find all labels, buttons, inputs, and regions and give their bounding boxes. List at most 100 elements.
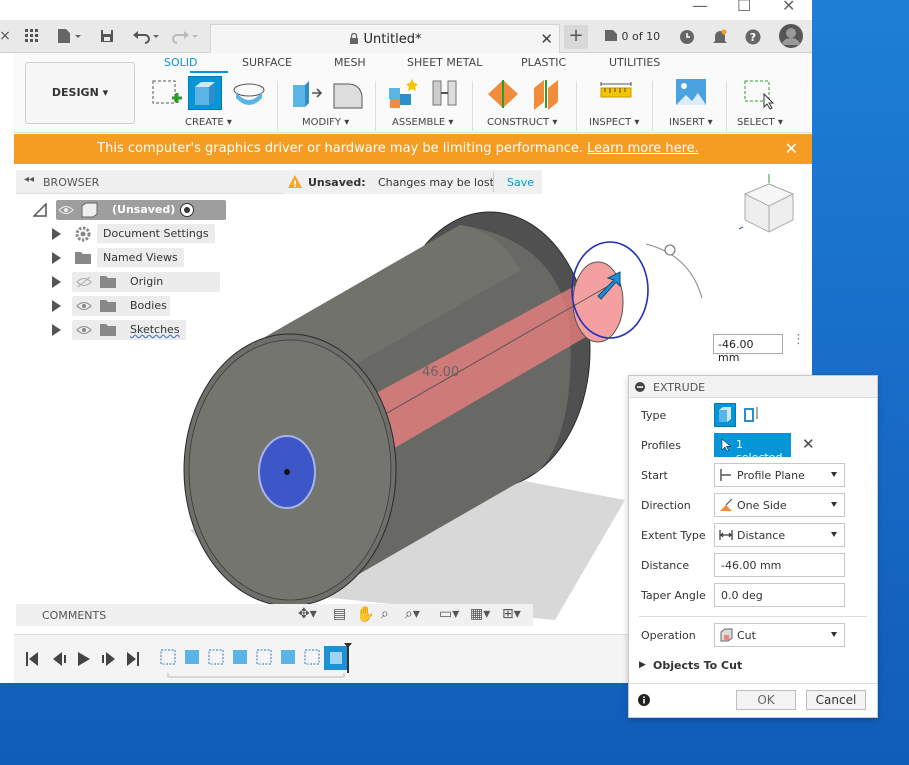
start-select[interactable]: Profile Plane xyxy=(714,463,845,487)
tab-solid[interactable]: SOLID xyxy=(164,56,197,69)
expand-icon[interactable] xyxy=(52,228,61,240)
expand-icon[interactable] xyxy=(52,300,61,312)
tab-sheet-metal[interactable]: SHEET METAL xyxy=(407,56,482,69)
playback-controls[interactable] xyxy=(24,649,144,669)
redo-icon[interactable] xyxy=(170,26,200,46)
operation-select[interactable]: Cut xyxy=(714,623,845,647)
pan-icon[interactable]: ✋ xyxy=(356,605,375,623)
extrude-dialog-header[interactable]: EXTRUDE xyxy=(629,376,877,398)
direction-select[interactable]: One Side xyxy=(714,493,845,517)
grid-menu-icon[interactable] xyxy=(22,26,42,46)
close-window-button[interactable]: ✕ xyxy=(782,0,795,15)
select-group-label[interactable]: SELECT ▾ xyxy=(737,117,783,128)
orbit-icon[interactable]: ✥▾ xyxy=(298,606,317,622)
help-icon[interactable]: ? xyxy=(744,27,762,47)
type-label: Type xyxy=(641,409,667,422)
expand-icon[interactable] xyxy=(52,276,61,288)
minimize-button[interactable]: — xyxy=(692,0,708,15)
tree-item-bodies[interactable]: Bodies xyxy=(52,296,212,316)
tab-surface[interactable]: SURFACE xyxy=(242,56,292,69)
viewports-icon[interactable]: ⊞▾ xyxy=(502,606,521,622)
new-tab-button[interactable]: + xyxy=(564,25,588,49)
separator xyxy=(576,81,577,131)
tree-item-sketches[interactable]: Sketches xyxy=(52,320,212,340)
type-thin-button[interactable] xyxy=(742,403,764,427)
eye-icon[interactable] xyxy=(76,300,92,312)
look-at-icon[interactable]: ▤ xyxy=(333,606,346,622)
viewport-distance-input[interactable]: -46.00 mm xyxy=(713,334,783,364)
tree-item-named-views[interactable]: Named Views xyxy=(52,248,212,268)
construct-group-label[interactable]: CONSTRUCT ▾ xyxy=(487,117,557,128)
more-options-icon[interactable]: ⋮ xyxy=(792,333,805,346)
press-pull-icon[interactable] xyxy=(290,76,324,110)
profiles-selection-button[interactable]: 1 selected xyxy=(714,433,791,464)
collapse-dialog-icon[interactable] xyxy=(635,382,645,392)
clear-selection-icon[interactable]: ✕ xyxy=(802,435,815,453)
job-status[interactable]: 0 of 10 xyxy=(604,29,660,43)
plane-at-angle-icon[interactable] xyxy=(530,76,564,110)
create-sketch-icon[interactable] xyxy=(150,76,184,110)
view-cube[interactable] xyxy=(738,172,800,238)
joint-icon[interactable] xyxy=(428,76,462,110)
banner-close-icon[interactable]: ✕ xyxy=(785,139,798,158)
insert-image-icon[interactable] xyxy=(674,76,708,110)
eye-icon[interactable] xyxy=(58,204,74,216)
eye-hidden-icon[interactable] xyxy=(76,276,92,288)
tab-plastic[interactable]: PLASTIC xyxy=(521,56,566,69)
comments-panel[interactable]: COMMENTS xyxy=(16,604,296,626)
distance-input[interactable]: -46.00 mm xyxy=(714,553,845,577)
save-link[interactable]: Save xyxy=(507,176,534,189)
display-settings-icon[interactable]: ▭▾ xyxy=(439,606,459,622)
expand-icon[interactable] xyxy=(52,324,61,336)
select-window-icon[interactable] xyxy=(742,76,776,110)
user-avatar[interactable] xyxy=(779,24,803,48)
ok-button[interactable]: OK xyxy=(736,690,796,710)
undo-icon[interactable] xyxy=(132,26,162,46)
inspect-group-label[interactable]: INSPECT ▾ xyxy=(589,117,639,128)
clock-icon[interactable] xyxy=(678,27,696,47)
file-menu-icon[interactable] xyxy=(55,26,83,46)
info-icon[interactable] xyxy=(638,694,650,706)
workspace-design-button[interactable]: DESIGN ▾ xyxy=(25,62,135,124)
collapse-browser-icon[interactable]: ◂◂ xyxy=(24,174,34,185)
new-component-icon[interactable] xyxy=(386,76,420,110)
document-tab[interactable]: Untitled* ✕ xyxy=(210,24,560,53)
expand-section-icon[interactable]: ▶ xyxy=(639,660,646,670)
cancel-button[interactable]: Cancel xyxy=(806,690,866,710)
collapse-icon[interactable]: × xyxy=(0,26,11,46)
fit-icon[interactable]: ⌕▾ xyxy=(405,606,420,622)
create-group-label[interactable]: CREATE ▾ xyxy=(185,117,232,128)
profile-plane-icon xyxy=(720,469,731,481)
learn-more-link[interactable]: Learn more here. xyxy=(587,141,699,156)
insert-group-label[interactable]: INSERT ▾ xyxy=(669,117,713,128)
browser-panel-header[interactable]: ◂◂ BROWSER xyxy=(16,170,286,194)
tree-item-document-settings[interactable]: Document Settings xyxy=(52,224,215,244)
extent-type-select[interactable]: Distance xyxy=(714,523,845,547)
timeline-features[interactable] xyxy=(158,643,358,683)
extrude-icon[interactable] xyxy=(188,76,222,110)
save-icon[interactable] xyxy=(98,26,116,46)
type-solid-button[interactable] xyxy=(714,403,736,427)
fillet-icon[interactable] xyxy=(332,76,366,110)
activate-radio-icon[interactable] xyxy=(179,202,195,218)
expand-icon[interactable] xyxy=(52,252,61,264)
assemble-group-label[interactable]: ASSEMBLE ▾ xyxy=(392,117,453,128)
objects-to-cut-section[interactable]: ▶ Objects To Cut xyxy=(639,659,839,675)
revolve-icon[interactable] xyxy=(232,76,266,110)
tab-mesh[interactable]: MESH xyxy=(334,56,366,69)
tab-utilities[interactable]: UTILITIES xyxy=(609,56,660,69)
modify-group-label[interactable]: MODIFY ▾ xyxy=(302,117,349,128)
eye-icon[interactable] xyxy=(76,324,92,336)
expand-down-icon[interactable] xyxy=(33,203,47,217)
root-chip[interactable]: (Unsaved) xyxy=(56,200,226,220)
tree-item-origin[interactable]: Origin xyxy=(52,272,220,292)
taper-angle-input[interactable]: 0.0 deg xyxy=(714,583,845,607)
measure-icon[interactable] xyxy=(599,76,633,110)
grid-settings-icon[interactable]: ▦▾ xyxy=(470,606,490,622)
zoom-icon[interactable]: ⌕ xyxy=(381,606,389,622)
angle-handle[interactable] xyxy=(664,244,676,256)
maximize-button[interactable]: ☐ xyxy=(737,0,751,15)
offset-plane-icon[interactable] xyxy=(486,76,520,110)
close-tab-icon[interactable]: ✕ xyxy=(540,30,553,48)
notification-bell-icon[interactable] xyxy=(711,27,729,47)
